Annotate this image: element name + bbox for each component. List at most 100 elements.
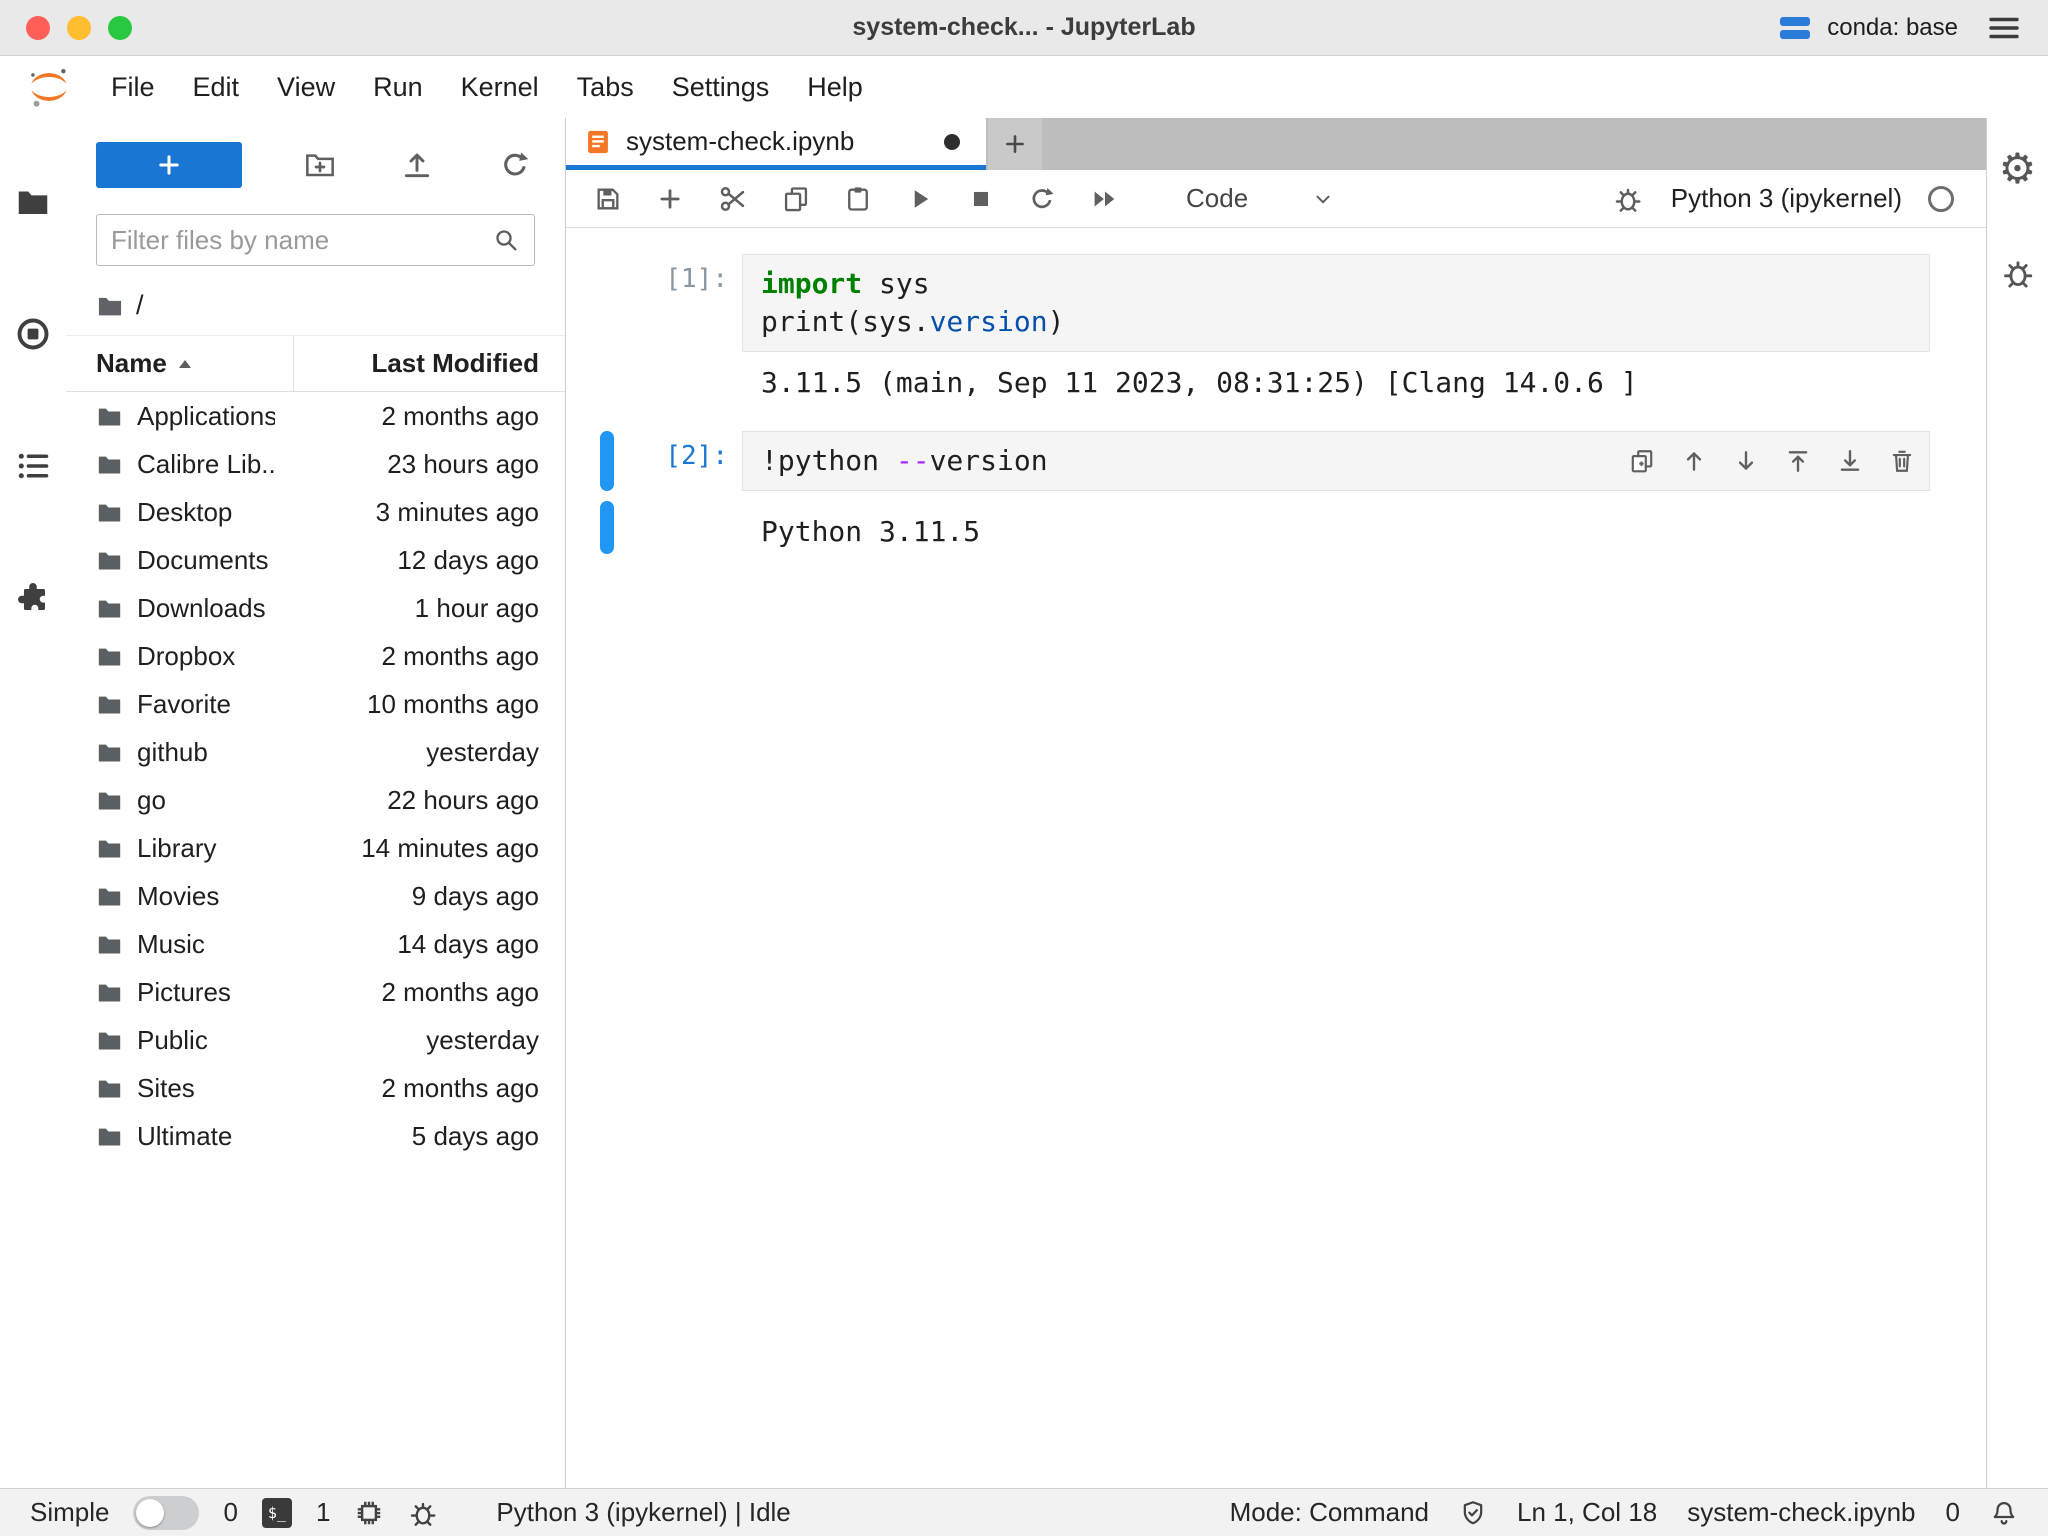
move-cell-down-button[interactable] [1733, 448, 1759, 474]
main-dock-panel: system-check.ipynb [566, 118, 1986, 1488]
kernel-status-indicator[interactable] [1928, 186, 1954, 212]
file-row[interactable]: Library 14 minutes ago [66, 824, 565, 872]
new-folder-button[interactable] [300, 145, 340, 185]
cell-2-editor[interactable]: !python --version [742, 431, 1930, 491]
move-cell-up-button[interactable] [1681, 448, 1707, 474]
file-modified: 1 hour ago [289, 593, 539, 624]
cursor-position-label[interactable]: Ln 1, Col 18 [1517, 1497, 1657, 1528]
insert-cell-below-button[interactable] [1837, 448, 1863, 474]
paste-cells-button[interactable] [842, 183, 874, 215]
file-browser-tab-icon[interactable] [15, 184, 51, 220]
zoom-window-button[interactable] [108, 16, 132, 40]
file-row[interactable]: Sites 2 months ago [66, 1064, 565, 1112]
file-name: Ultimate [137, 1121, 275, 1152]
folder-icon [96, 739, 123, 766]
simple-mode-toggle[interactable] [133, 1496, 199, 1530]
kernel-status-label[interactable]: Python 3 (ipykernel) | Idle [496, 1497, 790, 1528]
output-collapser[interactable] [600, 352, 614, 405]
file-row[interactable]: github yesterday [66, 728, 565, 776]
file-name: Desktop [137, 497, 275, 528]
interrupt-kernel-button[interactable] [966, 184, 996, 214]
upload-files-button[interactable] [397, 145, 437, 185]
file-browser-toolbar [66, 118, 565, 194]
cell-collapser-active[interactable] [600, 431, 614, 491]
minimize-window-button[interactable] [67, 16, 91, 40]
menu-run[interactable]: Run [354, 72, 442, 102]
running-kernels-tab-icon[interactable] [15, 316, 51, 352]
restart-run-all-button[interactable] [1088, 183, 1122, 215]
file-row[interactable]: Music 14 days ago [66, 920, 565, 968]
menu-help[interactable]: Help [788, 72, 882, 102]
run-cell-button[interactable] [904, 183, 936, 215]
cut-cells-button[interactable] [716, 182, 750, 216]
code-cell-2[interactable]: [2]: [566, 431, 1986, 491]
delete-cell-button[interactable] [1889, 448, 1915, 474]
refresh-file-list-button[interactable] [495, 145, 535, 185]
cell-1-editor[interactable]: import sysprint(sys.version) [742, 254, 1930, 352]
file-row[interactable]: Movies 9 days ago [66, 872, 565, 920]
file-name: Calibre Lib... [137, 449, 275, 480]
file-row[interactable]: Ultimate 5 days ago [66, 1112, 565, 1160]
new-tab-button[interactable] [988, 118, 1042, 170]
close-window-button[interactable] [26, 16, 50, 40]
terminals-count: 0 [223, 1497, 237, 1528]
notifications-bell-icon[interactable] [1990, 1499, 2018, 1527]
file-modified: 12 days ago [289, 545, 539, 576]
window-title: system-check... - JupyterLab [852, 13, 1195, 42]
filter-files-input[interactable] [111, 225, 492, 256]
cell-type-dropdown[interactable]: Code [1178, 179, 1342, 218]
file-name: Documents [137, 545, 275, 576]
folder-icon [96, 499, 123, 526]
extension-manager-tab-icon[interactable] [15, 580, 51, 616]
kernel-chip-icon[interactable] [354, 1498, 384, 1528]
file-row[interactable]: go 22 hours ago [66, 776, 565, 824]
menu-tabs[interactable]: Tabs [558, 72, 653, 102]
sort-by-modified-header[interactable]: Last Modified [293, 336, 565, 391]
file-row[interactable]: Calibre Lib... 23 hours ago [66, 440, 565, 488]
hamburger-menu-icon[interactable] [1988, 15, 2020, 41]
file-row[interactable]: Downloads 1 hour ago [66, 584, 565, 632]
copy-cells-button[interactable] [780, 183, 812, 215]
menu-edit[interactable]: Edit [174, 72, 259, 102]
property-inspector-gear-icon[interactable]: ⚙ [1999, 148, 2037, 190]
sort-by-name-header[interactable]: Name [66, 336, 293, 391]
code-cell-1[interactable]: [1]: import sysprint(sys.version) [566, 254, 1986, 352]
table-of-contents-tab-icon[interactable] [15, 448, 51, 484]
file-name: Music [137, 929, 275, 960]
tab-system-check[interactable]: system-check.ipynb [566, 118, 986, 170]
tab-bar: system-check.ipynb [566, 118, 1986, 170]
file-modified: 9 days ago [289, 881, 539, 912]
menu-file[interactable]: File [92, 72, 174, 102]
terminal-icon[interactable]: $_ [262, 1498, 292, 1528]
file-name: Public [137, 1025, 275, 1056]
file-row[interactable]: Dropbox 2 months ago [66, 632, 565, 680]
menu-settings[interactable]: Settings [653, 72, 789, 102]
new-launcher-button[interactable] [96, 142, 242, 188]
duplicate-cell-button[interactable] [1629, 448, 1655, 474]
folder-icon [96, 691, 123, 718]
unsaved-changes-dot[interactable] [944, 134, 960, 150]
file-row[interactable]: Documents 12 days ago [66, 536, 565, 584]
insert-cell-above-button[interactable] [1785, 448, 1811, 474]
insert-cell-button[interactable] [654, 183, 686, 215]
breadcrumb-root[interactable]: / [136, 290, 144, 321]
menu-kernel[interactable]: Kernel [442, 72, 558, 102]
home-folder-icon[interactable] [96, 292, 124, 320]
save-button[interactable] [592, 183, 624, 215]
cell-collapser[interactable] [600, 254, 614, 352]
file-name: Sites [137, 1073, 275, 1104]
enable-debugger-button[interactable] [1611, 182, 1645, 216]
output-collapser-active[interactable] [600, 501, 614, 554]
kernel-name-label[interactable]: Python 3 (ipykernel) [1671, 183, 1902, 214]
restart-kernel-button[interactable] [1026, 183, 1058, 215]
file-row[interactable]: Pictures 2 months ago [66, 968, 565, 1016]
trust-shield-icon[interactable] [1459, 1499, 1487, 1527]
debugger-panel-bug-icon[interactable] [2001, 256, 2035, 290]
status-debugger-bug-icon[interactable] [408, 1498, 438, 1528]
file-row[interactable]: Public yesterday [66, 1016, 565, 1064]
menu-view[interactable]: View [258, 72, 354, 102]
filter-files-box [96, 214, 535, 266]
file-row[interactable]: Favorite 10 months ago [66, 680, 565, 728]
file-row[interactable]: Desktop 3 minutes ago [66, 488, 565, 536]
file-row[interactable]: Applications 2 months ago [66, 392, 565, 440]
